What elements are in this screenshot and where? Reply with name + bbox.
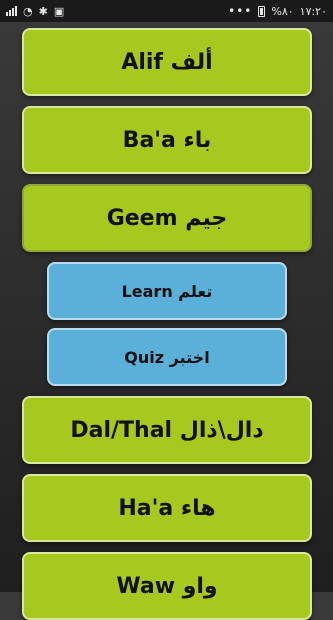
letter-button-baa[interactable]: Ba'a باء (22, 106, 312, 174)
letter-label: Geem جيم (106, 205, 228, 231)
learn-button[interactable]: Learn تعلم (47, 262, 287, 320)
letter-button-geem[interactable]: Geem جيم (22, 184, 312, 252)
letter-label: Ha'a هاء (118, 495, 216, 521)
quiz-label: Quiz اختبر (124, 347, 210, 367)
letter-button-haa[interactable]: Ha'a هاء (22, 474, 312, 542)
quiz-button[interactable]: Quiz اختبر (47, 328, 287, 386)
letter-label: Ba'a باء (122, 127, 212, 153)
letter-button-dal-thal[interactable]: Dal/Thal دال\ذال (22, 396, 312, 464)
letter-label: Dal/Thal دال\ذال (70, 417, 264, 443)
letter-button-waw[interactable]: Waw واو (22, 552, 312, 620)
letter-list[interactable]: Alif ألف Ba'a باء Geem جيم Learn تعلم Qu… (0, 0, 333, 620)
letter-button-alif[interactable]: Alif ألف (22, 28, 312, 96)
letter-label: Alif ألف (121, 49, 213, 75)
letter-label: Waw واو (116, 573, 218, 599)
learn-label: Learn تعلم (121, 281, 213, 301)
